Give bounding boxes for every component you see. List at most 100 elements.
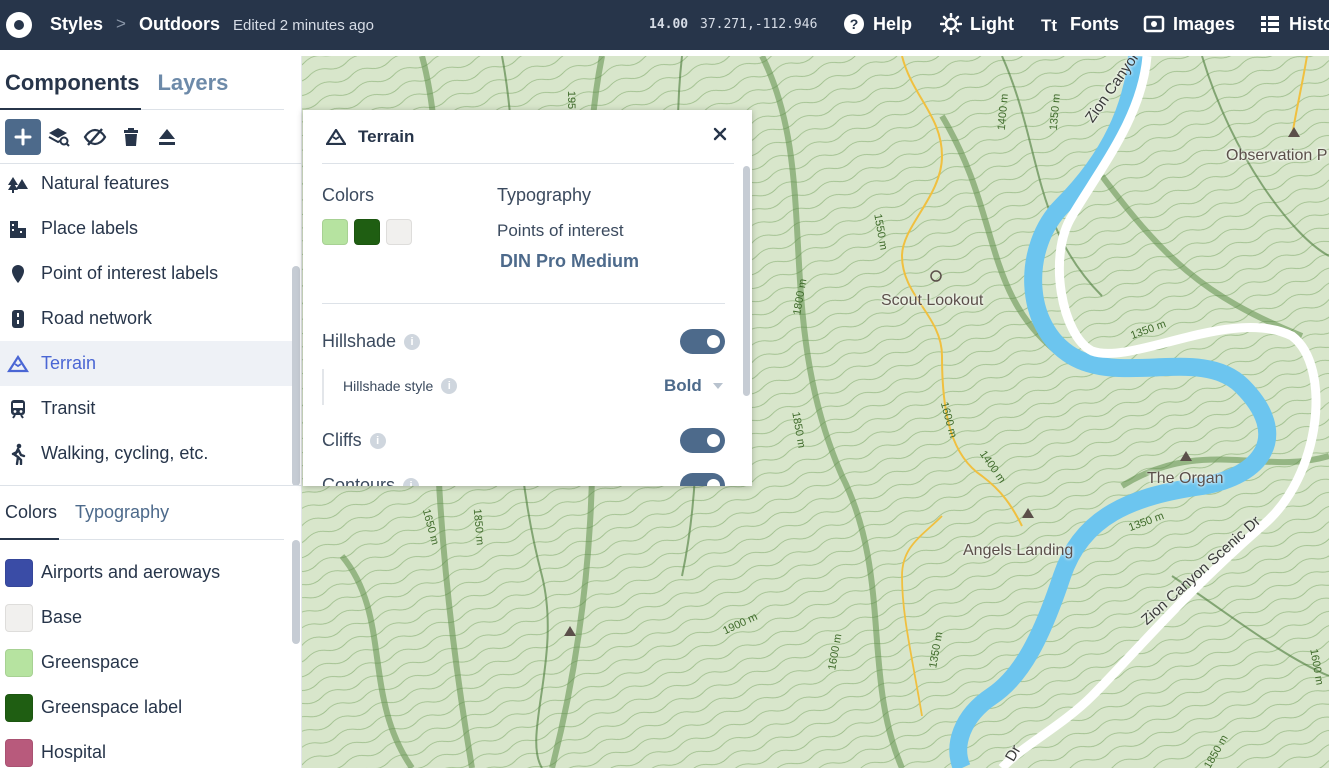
delete-button[interactable] — [113, 119, 149, 155]
component-label: Place labels — [41, 218, 139, 238]
edited-status: Edited 2 minutes ago — [233, 17, 374, 34]
color-item-hospital[interactable]: Hospital — [0, 730, 292, 775]
history-button[interactable]: Histo — [1259, 13, 1329, 35]
cliffs-label: Cliffs — [322, 430, 362, 450]
tab-components[interactable]: Components — [5, 70, 139, 96]
component-road-network[interactable]: Road network — [0, 296, 292, 341]
contours-label: Contours — [322, 475, 396, 486]
natural-features-icon — [7, 173, 29, 195]
help-label: Help — [873, 13, 913, 34]
fonts-button[interactable]: Tt Fonts — [1040, 13, 1119, 36]
zoom-readout: 14.00 — [649, 17, 689, 32]
properties-tabs: Colors Typography — [5, 502, 169, 523]
panel-font-link[interactable]: DIN Pro Medium — [500, 251, 639, 272]
panel-swatch-base[interactable] — [386, 219, 412, 245]
hillshade-row: Hillshade i — [322, 331, 421, 352]
active-tab-indicator — [0, 108, 141, 110]
images-button[interactable]: Images — [1143, 13, 1235, 35]
component-natural-features[interactable]: Natural features — [0, 161, 292, 206]
eject-icon — [159, 129, 175, 145]
style-name[interactable]: Outdoors — [139, 14, 220, 35]
components-list: Natural features Place labels Point of i… — [0, 161, 292, 476]
mapbox-logo-icon[interactable] — [6, 12, 32, 38]
fonts-label: Fonts — [1070, 13, 1119, 34]
contour-label: 195 — [565, 90, 578, 110]
component-walking-cycling[interactable]: Walking, cycling, etc. — [0, 431, 292, 476]
contours-toggle[interactable] — [680, 473, 725, 486]
cliffs-row: Cliffs i — [322, 430, 386, 451]
color-label: Airports and aeroways — [41, 562, 221, 582]
map-label-scout-lookout: Scout Lookout — [881, 292, 984, 309]
color-label: Base — [41, 607, 83, 627]
panel-swatch-greenspace[interactable] — [322, 219, 348, 245]
road-icon — [7, 308, 29, 330]
component-transit[interactable]: Transit — [0, 386, 292, 431]
light-button[interactable]: Light — [940, 13, 1014, 35]
colors-scrollbar[interactable] — [292, 540, 300, 644]
color-label: Greenspace label — [41, 697, 183, 717]
hide-button[interactable] — [77, 119, 113, 155]
color-swatch — [5, 738, 33, 767]
help-button[interactable]: ? Help — [843, 13, 912, 35]
color-swatch — [5, 648, 33, 677]
panel-typography-heading: Typography — [497, 185, 592, 205]
component-place-labels[interactable]: Place labels — [0, 206, 292, 251]
history-icon — [1261, 16, 1279, 32]
hillshade-toggle[interactable] — [680, 329, 725, 354]
color-swatch — [5, 603, 33, 632]
panel-title: Terrain — [358, 127, 415, 146]
image-icon — [1143, 15, 1165, 33]
color-swatch — [5, 693, 33, 722]
color-swatch — [5, 558, 33, 587]
terrain-icon — [326, 129, 346, 145]
component-label: Transit — [41, 398, 96, 418]
info-icon[interactable]: i — [404, 333, 421, 350]
map-label-observation-point: Observation P — [1226, 147, 1328, 164]
inspect-layers-button[interactable] — [41, 119, 77, 155]
component-terrain[interactable]: Terrain — [0, 341, 292, 386]
map-label-angels-landing: Angels Landing — [963, 542, 1074, 559]
sub-option-indent — [322, 369, 324, 405]
add-component-button[interactable] — [5, 119, 41, 155]
component-label: Point of interest labels — [41, 263, 219, 283]
sidebar-tabs: Components Layers — [5, 70, 228, 96]
subtab-typography[interactable]: Typography — [75, 502, 169, 523]
light-label: Light — [970, 13, 1014, 34]
color-item-greenspace[interactable]: Greenspace — [0, 640, 292, 685]
sun-icon — [940, 13, 962, 35]
color-item-airports[interactable]: Airports and aeroways — [0, 550, 292, 595]
breadcrumb-separator: > — [116, 14, 126, 33]
cliffs-toggle[interactable] — [680, 428, 725, 453]
color-label: Greenspace — [41, 652, 140, 672]
trash-icon — [124, 128, 138, 146]
info-icon[interactable]: i — [369, 432, 386, 449]
poi-pin-icon — [7, 263, 29, 285]
layers-search-icon — [48, 128, 70, 147]
images-label: Images — [1173, 13, 1236, 34]
color-list: Airports and aeroways Base Greenspace Gr… — [0, 550, 292, 775]
panel-scrollbar[interactable] — [743, 166, 750, 396]
panel-colors-heading: Colors — [322, 185, 375, 205]
breadcrumb-styles-link[interactable]: Styles — [50, 14, 103, 35]
component-poi-labels[interactable]: Point of interest labels — [0, 251, 292, 296]
hillshade-style-value: Bold — [664, 376, 702, 395]
info-icon[interactable]: i — [441, 378, 458, 394]
components-scrollbar[interactable] — [292, 266, 300, 486]
help-icon: ? — [844, 14, 864, 34]
panel-swatch-greenspace-label[interactable] — [354, 219, 380, 245]
component-label: Road network — [41, 308, 153, 328]
plus-icon — [14, 128, 32, 146]
info-icon[interactable]: i — [403, 477, 420, 486]
section-divider — [0, 485, 302, 486]
svg-text:?: ? — [850, 16, 859, 32]
subtab-colors[interactable]: Colors — [5, 502, 57, 523]
tab-layers[interactable]: Layers — [157, 70, 228, 96]
close-icon[interactable] — [712, 126, 728, 142]
hillshade-style-select[interactable]: Bold — [664, 376, 724, 396]
panel-divider — [322, 163, 734, 164]
eject-button[interactable] — [149, 119, 185, 155]
color-item-base[interactable]: Base — [0, 595, 292, 640]
color-item-greenspace-label[interactable]: Greenspace label — [0, 685, 292, 730]
panel-header: Terrain — [326, 127, 414, 147]
panel-typography-item: Points of interest — [497, 221, 624, 240]
